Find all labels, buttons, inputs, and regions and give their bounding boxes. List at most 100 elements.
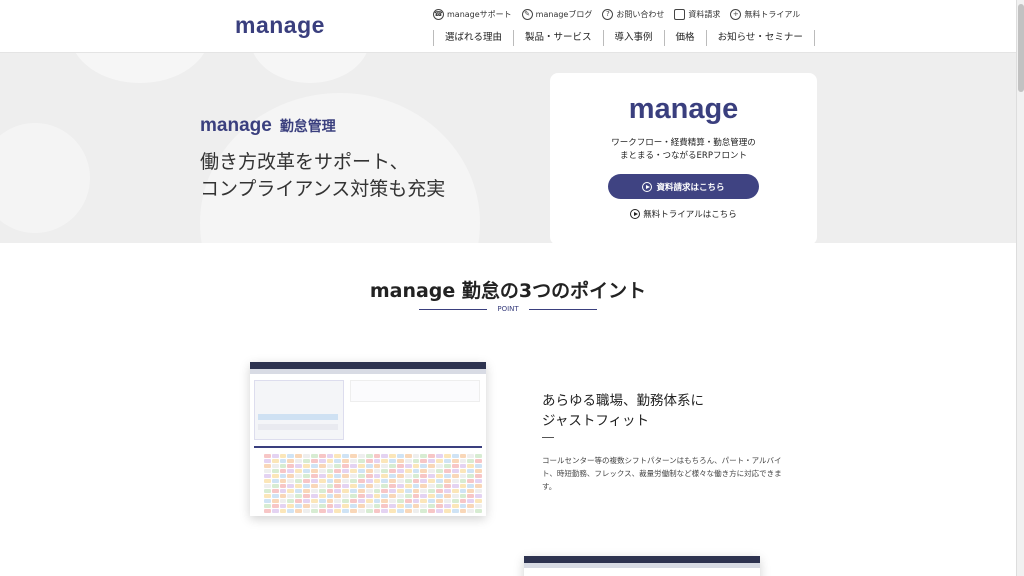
util-link-support[interactable]: ☎ manageサポート xyxy=(433,9,512,20)
shift-cell xyxy=(310,499,318,503)
site-logo[interactable]: manage xyxy=(235,12,325,39)
shift-cell xyxy=(334,459,342,463)
shift-cell xyxy=(350,504,357,508)
decor-circle xyxy=(70,53,210,83)
shift-cell xyxy=(365,479,373,483)
shift-cell xyxy=(459,489,467,493)
play-circle-icon xyxy=(642,181,653,192)
screenshot-body xyxy=(250,374,486,516)
shift-cell xyxy=(475,484,482,488)
shift-cell xyxy=(357,489,365,493)
shift-cell xyxy=(279,454,287,458)
shift-cell xyxy=(365,509,373,513)
shift-cell xyxy=(373,484,381,488)
shift-cell xyxy=(412,469,420,473)
shift-cell xyxy=(350,454,357,458)
shift-cell xyxy=(475,464,482,468)
util-link-blog[interactable]: ✎ manageブログ xyxy=(521,9,592,20)
scrollbar-thumb[interactable] xyxy=(1018,4,1024,92)
shift-cell xyxy=(350,494,357,498)
shift-cell xyxy=(318,504,326,508)
card-desc-line: ワークフロー・経費精算・勤怠管理の xyxy=(611,138,756,148)
shift-cell xyxy=(467,464,475,468)
shift-cell xyxy=(389,504,396,508)
nav-item-products[interactable]: 製品・サービス xyxy=(514,30,604,46)
shift-cell xyxy=(389,454,396,458)
screenshot-tabs xyxy=(524,563,760,568)
shift-cell xyxy=(412,509,420,513)
nav-item-cases[interactable]: 導入事例 xyxy=(604,30,665,46)
screenshot-form xyxy=(254,380,344,440)
shift-cell xyxy=(443,504,451,508)
shift-cell xyxy=(451,459,459,463)
shift-cell xyxy=(295,469,303,473)
nav-item-news[interactable]: お知らせ・セミナー xyxy=(707,30,815,46)
shift-cell xyxy=(318,484,326,488)
shift-cell xyxy=(467,474,475,478)
shift-cell xyxy=(295,489,303,493)
shift-cell xyxy=(396,479,404,483)
shift-cell xyxy=(467,489,475,493)
shift-cell xyxy=(287,469,295,473)
hero-headline-line: 働き方改革をサポート、 xyxy=(200,151,409,173)
shift-cell xyxy=(264,464,271,468)
shift-cell xyxy=(428,469,436,473)
shift-cell xyxy=(342,459,350,463)
shift-cell xyxy=(303,509,310,513)
shift-cell xyxy=(287,479,295,483)
shift-cell xyxy=(373,474,381,478)
shift-cell xyxy=(396,474,404,478)
free-trial-link[interactable]: 無料トライアルはこちら xyxy=(550,208,817,220)
shift-cell xyxy=(389,489,396,493)
shift-cell xyxy=(404,479,412,483)
shift-cell xyxy=(436,499,443,503)
shift-cell xyxy=(279,469,287,473)
shift-cell xyxy=(334,504,342,508)
shift-cell xyxy=(389,484,396,488)
shift-cell xyxy=(357,454,365,458)
shift-cell xyxy=(373,464,381,468)
hero-headline: 働き方改革をサポート、 コンプライアンス対策も充実 xyxy=(200,149,445,203)
shift-cell xyxy=(475,479,482,483)
card-logo: manage xyxy=(628,93,739,125)
shift-cell xyxy=(467,459,475,463)
scrollbar[interactable] xyxy=(1016,0,1024,576)
request-document-button[interactable]: 資料請求はこちら xyxy=(608,174,759,199)
shift-cell xyxy=(467,504,475,508)
shift-cell xyxy=(342,464,350,468)
shift-cell xyxy=(279,494,287,498)
shift-cell xyxy=(295,459,303,463)
shift-cell xyxy=(373,469,381,473)
shift-cell xyxy=(357,474,365,478)
shift-cell xyxy=(342,469,350,473)
util-link-document[interactable]: 資料請求 xyxy=(674,9,720,20)
shift-cell xyxy=(443,499,451,503)
shift-cell xyxy=(334,474,342,478)
shift-cell xyxy=(303,499,310,503)
nav-item-pricing[interactable]: 価格 xyxy=(665,30,707,46)
util-link-label: 資料請求 xyxy=(688,10,721,19)
shift-cell xyxy=(428,509,436,513)
feature-description: コールセンター等の複数シフトパターンはもちろん、パート・アルバイト、時短勤務、フ… xyxy=(542,456,782,491)
shift-cell xyxy=(412,454,420,458)
shift-cell xyxy=(396,509,404,513)
shift-cell xyxy=(373,509,381,513)
util-link-contact[interactable]: ? お問い合わせ xyxy=(602,9,664,20)
divider xyxy=(528,308,597,310)
shift-cell xyxy=(318,474,326,478)
shift-cell xyxy=(459,499,467,503)
shift-cell xyxy=(459,479,467,483)
shift-cell xyxy=(334,484,342,488)
shift-cell xyxy=(264,454,271,458)
shift-cell xyxy=(420,464,428,468)
shift-cell xyxy=(342,454,350,458)
shift-cell xyxy=(451,494,459,498)
screenshot-field xyxy=(258,424,338,430)
nav-item-reasons[interactable]: 選ばれる理由 xyxy=(434,30,515,46)
screenshot-notes xyxy=(350,380,480,402)
shift-cell xyxy=(373,459,381,463)
shift-cell xyxy=(326,479,334,483)
util-link-trial[interactable]: + 無料トライアル xyxy=(730,9,800,20)
shift-cell xyxy=(326,499,334,503)
feature-title: あらゆる職場、勤務体系に ジャストフィット xyxy=(542,391,704,431)
